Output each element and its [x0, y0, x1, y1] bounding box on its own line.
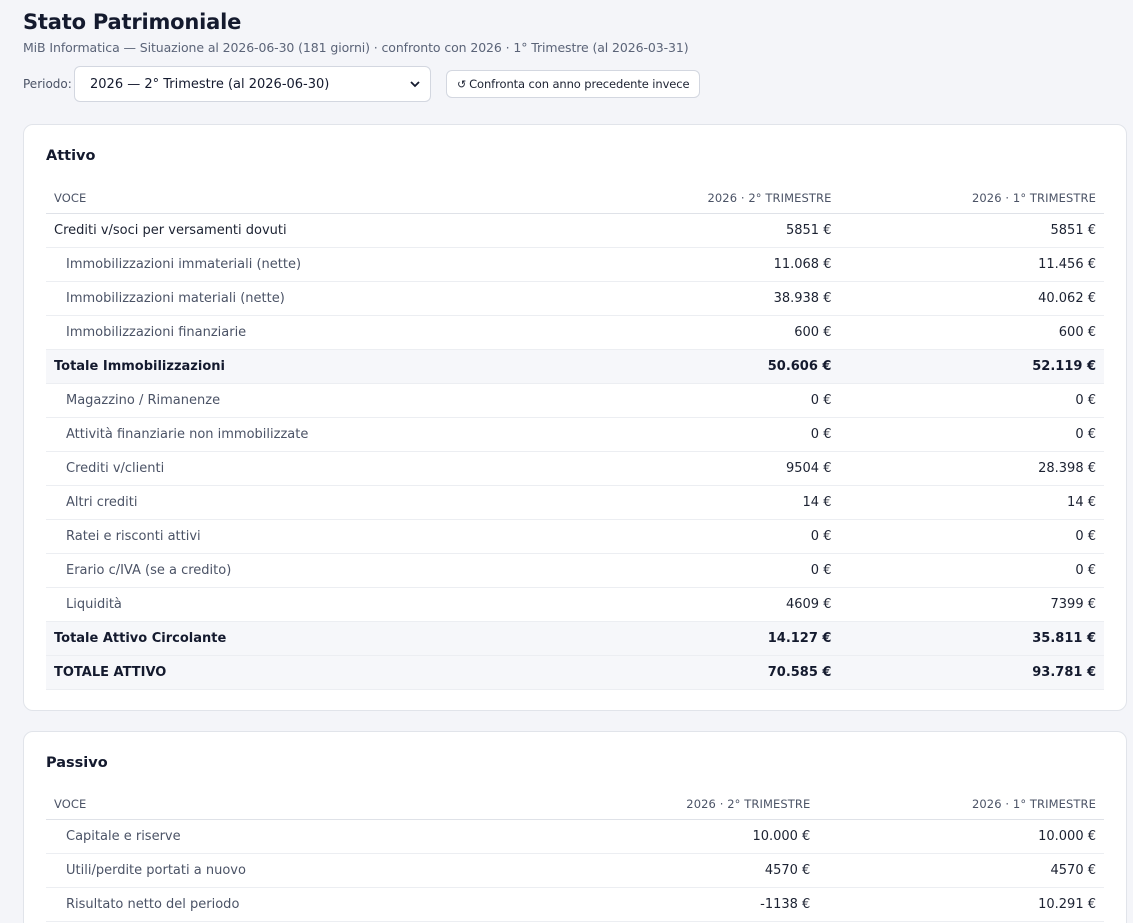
row-label: Erario c/IVA (se a credito): [46, 553, 628, 588]
row-current-value: 5851 €: [627, 213, 840, 248]
column-header-current: 2026 · 2° Trimestre: [627, 789, 819, 820]
table-row: Ratei e risconti attivi 0 € 0 €: [46, 519, 1104, 554]
row-label: Utili/perdite portati a nuovo: [46, 853, 628, 888]
table-row: Immobilizzazioni finanziarie 600 € 600 €: [46, 315, 1104, 350]
row-current-value: 14.127 €: [627, 621, 840, 656]
row-current-value: 4570 €: [627, 853, 819, 888]
row-label: TOTALE ATTIVO: [46, 655, 628, 690]
row-previous-value: 0 €: [839, 553, 1104, 588]
row-previous-value: 14 €: [839, 485, 1104, 520]
row-label: Immobilizzazioni immateriali (nette): [46, 247, 628, 282]
row-label: Liquidità: [46, 587, 628, 622]
row-previous-value: 10.000 €: [818, 819, 1104, 854]
row-current-value: 10.000 €: [627, 819, 819, 854]
total-row: Totale Attivo Circolante 14.127 € 35.811…: [46, 621, 1104, 656]
row-current-value: 4609 €: [627, 587, 840, 622]
row-current-value: 600 €: [627, 315, 840, 350]
table-row: Liquidità 4609 € 7399 €: [46, 587, 1104, 622]
page: Stato Patrimoniale MiB Informatica — Sit…: [0, 0, 1133, 923]
row-previous-value: 35.811 €: [839, 621, 1104, 656]
passivo-card: Passivo Voce 2026 · 2° Trimestre 2026 · …: [23, 730, 1127, 923]
table-row: Magazzino / Rimanenze 0 € 0 €: [46, 383, 1104, 418]
row-label: Immobilizzazioni materiali (nette): [46, 281, 628, 316]
row-current-value: 9504 €: [627, 451, 840, 486]
row-label: Risultato netto del periodo: [46, 887, 628, 922]
row-previous-value: 7399 €: [839, 587, 1104, 622]
table-row: Immobilizzazioni immateriali (nette) 11.…: [46, 247, 1104, 282]
row-label: Crediti v/clienti: [46, 451, 628, 486]
row-current-value: 50.606 €: [627, 349, 840, 384]
grand-total-row: TOTALE ATTIVO 70.585 € 93.781 €: [46, 655, 1104, 690]
passivo-table: Voce 2026 · 2° Trimestre 2026 · 1° Trime…: [46, 789, 1104, 922]
row-label: Altri crediti: [46, 485, 628, 520]
row-current-value: 0 €: [627, 417, 840, 452]
row-label: Immobilizzazioni finanziarie: [46, 315, 628, 350]
row-label: Totale Immobilizzazioni: [46, 349, 628, 384]
row-label: Ratei e risconti attivi: [46, 519, 628, 554]
refresh-icon: ↺: [457, 77, 467, 91]
row-current-value: 0 €: [627, 553, 840, 588]
compare-previous-year-button[interactable]: ↺ Confronta con anno precedente invece: [446, 70, 701, 98]
table-row: Erario c/IVA (se a credito) 0 € 0 €: [46, 553, 1104, 588]
row-label: Magazzino / Rimanenze: [46, 383, 628, 418]
passivo-header-row: Voce 2026 · 2° Trimestre 2026 · 1° Trime…: [46, 789, 1104, 820]
row-previous-value: 0 €: [839, 519, 1104, 554]
column-header-previous: 2026 · 1° Trimestre: [818, 789, 1104, 820]
table-row: Immobilizzazioni materiali (nette) 38.93…: [46, 281, 1104, 316]
row-previous-value: 600 €: [839, 315, 1104, 350]
row-current-value: 38.938 €: [627, 281, 840, 316]
compare-button-label: Confronta con anno precedente invece: [469, 77, 690, 91]
row-current-value: 0 €: [627, 519, 840, 554]
attivo-table: Voce 2026 · 2° Trimestre 2026 · 1° Trime…: [46, 183, 1104, 690]
total-row: Totale Immobilizzazioni 50.606 € 52.119 …: [46, 349, 1104, 384]
attivo-card: Attivo Voce 2026 · 2° Trimestre 2026 · 1…: [23, 124, 1127, 711]
table-row: Crediti v/soci per versamenti dovuti 585…: [46, 213, 1104, 248]
period-select[interactable]: 2026 — 2° Trimestre (al 2026-06-30): [74, 66, 431, 102]
attivo-header-row: Voce 2026 · 2° Trimestre 2026 · 1° Trime…: [46, 183, 1104, 214]
attivo-title: Attivo: [46, 148, 96, 164]
row-label: Crediti v/soci per versamenti dovuti: [46, 213, 628, 248]
row-label: Totale Attivo Circolante: [46, 621, 628, 656]
table-row: Altri crediti 14 € 14 €: [46, 485, 1104, 520]
column-header-voce: Voce: [46, 183, 628, 214]
row-previous-value: 0 €: [839, 417, 1104, 452]
row-label: Attività finanziarie non immobilizzate: [46, 417, 628, 452]
table-row: Utili/perdite portati a nuovo 4570 € 457…: [46, 853, 1104, 888]
toolbar: Periodo: 2026 — 2° Trimestre (al 2026-06…: [23, 66, 1127, 102]
column-header-voce: Voce: [46, 789, 628, 820]
table-row: Crediti v/clienti 9504 € 28.398 €: [46, 451, 1104, 486]
row-previous-value: 28.398 €: [839, 451, 1104, 486]
column-header-current: 2026 · 2° Trimestre: [627, 183, 840, 214]
row-current-value: 70.585 €: [627, 655, 840, 690]
row-previous-value: 5851 €: [839, 213, 1104, 248]
row-previous-value: 93.781 €: [839, 655, 1104, 690]
row-label: Capitale e riserve: [46, 819, 628, 854]
row-current-value: 0 €: [627, 383, 840, 418]
column-header-previous: 2026 · 1° Trimestre: [839, 183, 1104, 214]
table-row: Attività finanziarie non immobilizzate 0…: [46, 417, 1104, 452]
row-current-value: -1138 €: [627, 887, 819, 922]
row-current-value: 14 €: [627, 485, 840, 520]
period-select-value: 2026 — 2° Trimestre (al 2026-06-30): [90, 76, 330, 92]
table-row: Risultato netto del periodo -1138 € 10.2…: [46, 887, 1104, 922]
page-title: Stato Patrimoniale: [23, 10, 242, 34]
page-subtitle: MiB Informatica — Situazione al 2026-06-…: [23, 40, 689, 55]
row-previous-value: 4570 €: [818, 853, 1104, 888]
chevron-down-icon: [410, 79, 420, 89]
row-previous-value: 11.456 €: [839, 247, 1104, 282]
passivo-title: Passivo: [46, 754, 108, 771]
row-previous-value: 52.119 €: [839, 349, 1104, 384]
period-label: Periodo:: [23, 77, 72, 91]
table-row: Capitale e riserve 10.000 € 10.000 €: [46, 819, 1104, 854]
row-current-value: 11.068 €: [627, 247, 840, 282]
row-previous-value: 10.291 €: [818, 887, 1104, 922]
row-previous-value: 40.062 €: [839, 281, 1104, 316]
row-previous-value: 0 €: [839, 383, 1104, 418]
